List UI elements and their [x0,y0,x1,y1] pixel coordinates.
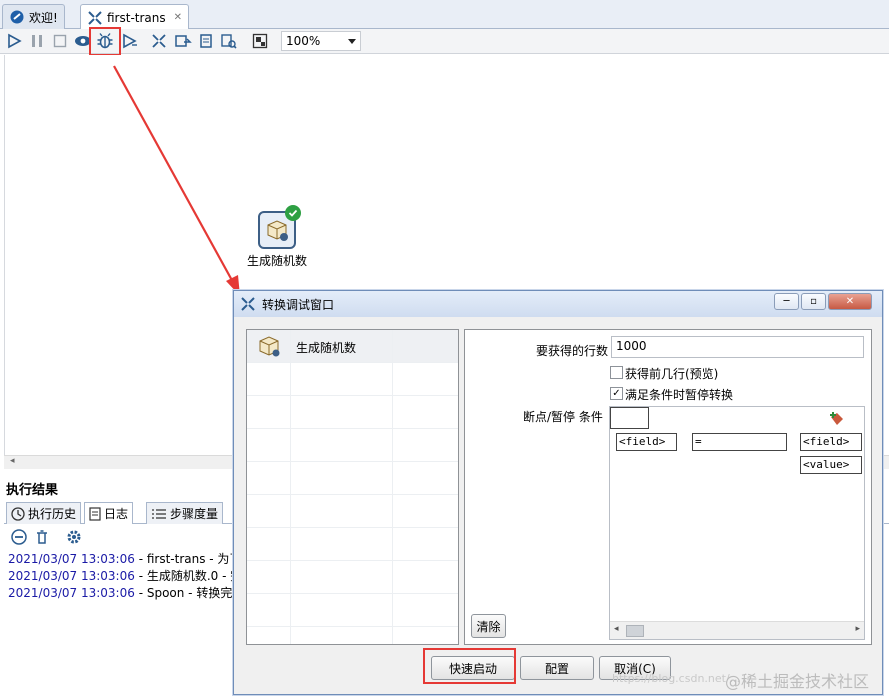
left-field-input[interactable]: <field> [616,433,677,451]
minimize-icon: ─ [783,296,790,307]
step-list-row[interactable]: 生成随机数 [247,330,458,363]
tab-execution-history-label: 执行历史 [28,507,77,521]
condition-editor[interactable]: <field> = <field> <value> ◂ ▸ [609,406,865,640]
watermark-brand: @稀土掘金技术社区 [725,672,870,691]
random-dice-icon [267,220,288,241]
rows-input[interactable]: 1000 [611,336,864,358]
tab-execution-history[interactable]: 执行历史 [6,502,82,524]
clear-button[interactable]: 清除 [471,614,506,638]
log-line: 2021/03/07 13:03:06 - 生成随机数.0 - 完 [8,569,243,583]
maximize-button[interactable]: ▫ [801,293,826,310]
random-dice-icon [259,336,280,357]
clock-icon [11,506,25,521]
tab-step-metrics[interactable]: 步骤度量 [146,502,224,524]
log-icon [89,506,101,521]
step-list-row [247,462,458,495]
debug-settings-panel: 要获得的行数 1000 获得前几行(预览) ✓ 满足条件时暂停转换 断点/暂停 … [464,329,872,645]
scroll-left-icon: ◂ [614,624,619,634]
step-list-row [247,495,458,528]
pause-condition-label: 满足条件时暂停转换 [625,388,734,402]
minus-circle-icon[interactable] [11,529,27,545]
scroll-left-icon[interactable]: ◂ [10,456,15,466]
maximize-icon: ▫ [810,296,817,307]
success-check-icon [285,205,301,221]
configure-button[interactable]: 配置 [520,656,594,680]
step-label: 生成随机数 [247,254,308,268]
transformation-icon [241,297,255,311]
dialog-titlebar[interactable]: 转换调试窗口 ─ ▫ ✕ [234,291,882,317]
step-list-row [247,363,458,396]
rows-label: 要获得的行数 [536,344,609,358]
watermark-url: https://blog.csdn.net/... [612,672,741,685]
value-input[interactable]: <value> [800,456,862,474]
checkmark-icon: ✓ [612,388,621,399]
step-list-row [247,429,458,462]
close-button[interactable]: ✕ [828,293,872,310]
minimize-button[interactable]: ─ [774,293,799,310]
log-line: 2021/03/07 13:03:06 - Spoon - 转换完成 [8,586,245,600]
right-field-input[interactable]: <field> [800,433,862,451]
first-rows-label: 获得前几行(预览) [625,367,719,381]
dialog-title: 转换调试窗口 [262,297,335,312]
condition-horizontal-scrollbar[interactable]: ◂ ▸ [610,621,864,639]
trash-icon[interactable] [34,529,50,545]
tab-step-metrics-label: 步骤度量 [170,507,219,521]
condition-label: 断点/暂停 条件 [523,410,603,424]
step-list-row [247,594,458,627]
condition-negate-box[interactable] [610,407,649,429]
pause-condition-checkbox[interactable]: ✓ [610,387,623,400]
step-list-row [247,396,458,429]
quick-launch-highlight [423,648,516,684]
add-condition-icon[interactable] [828,411,844,427]
close-icon: ✕ [845,296,855,307]
metrics-icon [152,508,166,519]
results-title: 执行结果 [6,483,59,498]
scroll-right-icon: ▸ [855,624,860,634]
log-line: 2021/03/07 13:03:06 - first-trans - 为了 [8,552,242,566]
step-list-row [247,561,458,594]
step-list-row [247,528,458,561]
tab-log[interactable]: 日志 [84,502,134,524]
debug-dialog: 转换调试窗口 ─ ▫ ✕ 生成随机数 要获得的行数 1000 获得前几行(预览)… [233,290,883,695]
first-rows-checkbox[interactable] [610,366,623,379]
tab-log-label: 日志 [104,507,129,521]
step-list-label: 生成随机数 [296,341,357,355]
scroll-thumb [626,625,644,637]
step-list: 生成随机数 [246,329,459,645]
gear-icon[interactable] [65,528,83,546]
operator-input[interactable]: = [692,433,787,451]
